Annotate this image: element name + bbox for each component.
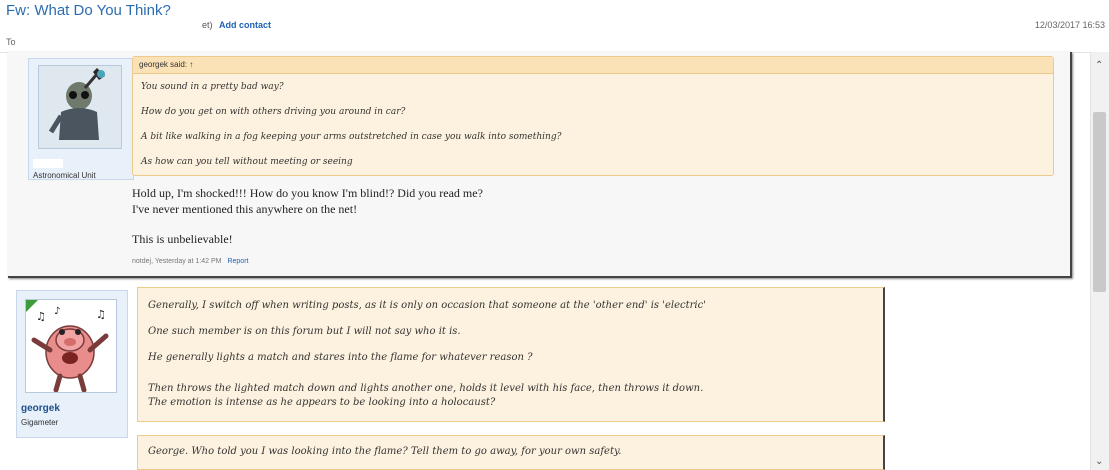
quote-author[interactable]: georgek said: ↑	[139, 60, 193, 69]
post-author-time: notdej, Yesterday at 1:42 PM	[132, 258, 222, 265]
avatar-image	[39, 66, 121, 148]
quote-line: A bit like walking in a fog keeping your…	[141, 132, 562, 142]
sender-fragment: et)	[202, 20, 213, 30]
svg-text:♪: ♪	[54, 306, 60, 317]
quote-line: How do you get on with others driving yo…	[141, 107, 406, 117]
mail-header: Fw: What Do You Think? et) Add contact 1…	[0, 0, 1109, 53]
quote-line: As how can you tell without meeting or s…	[141, 157, 353, 167]
mail-to-label: To	[6, 37, 16, 47]
avatar[interactable]: ♫ ♪ ♫	[25, 299, 117, 393]
quote-line: Generally, I switch off when writing pos…	[148, 300, 706, 311]
quote-header: georgek said: ↑	[133, 57, 1053, 74]
quote-block: georgek said: ↑ You sound in a pretty ba…	[132, 56, 1054, 176]
user-card: Astronomical Unit	[28, 58, 134, 180]
mail-subject: Fw: What Do You Think?	[6, 2, 171, 19]
message-line: I've never mentioned this anywhere on th…	[132, 202, 358, 216]
chevron-up-icon[interactable]: ⌃	[1095, 60, 1103, 71]
chevron-down-icon[interactable]: ⌄	[1095, 456, 1103, 467]
quote-line: George. Who told you I was looking into …	[148, 446, 622, 457]
add-contact-link[interactable]: Add contact	[219, 20, 271, 30]
username-link[interactable]: georgek	[21, 403, 60, 414]
avatar[interactable]	[38, 65, 122, 149]
quote-line: He generally lights a match and stares i…	[148, 352, 533, 363]
forum-post-1: Astronomical Unit georgek said: ↑ You so…	[8, 52, 1072, 278]
user-card: ♫ ♪ ♫ georgek Gigameter	[16, 290, 128, 438]
mail-sender: et) Add contact	[202, 20, 271, 30]
user-title: Astronomical Unit	[33, 171, 96, 180]
user-title: Gigameter	[21, 418, 59, 427]
avatar-image: ♫ ♪ ♫	[26, 300, 116, 392]
svg-text:♫: ♫	[96, 308, 106, 321]
username-placeholder	[33, 159, 63, 168]
scrollbar[interactable]: ⌃ ⌄	[1090, 52, 1109, 470]
scrollbar-thumb[interactable]	[1093, 112, 1106, 292]
quote-line: You sound in a pretty bad way?	[141, 82, 284, 92]
message-line: This is unbelievable!	[132, 232, 233, 246]
report-link[interactable]: Report	[227, 258, 248, 265]
svg-text:♫: ♫	[36, 310, 46, 323]
quote-block: George. Who told you I was looking into …	[137, 435, 885, 470]
quote-line: The emotion is intense as he appears to …	[148, 397, 496, 408]
post-meta: notdej, Yesterday at 1:42 PM Report	[132, 258, 248, 265]
quote-line: Then throws the lighted match down and l…	[148, 383, 704, 394]
quote-line: One such member is on this forum but I w…	[148, 326, 461, 337]
quote-block: Generally, I switch off when writing pos…	[137, 287, 885, 422]
message-line: Hold up, I'm shocked!!! How do you know …	[132, 186, 483, 200]
mail-date: 12/03/2017 16:53	[1034, 20, 1105, 30]
